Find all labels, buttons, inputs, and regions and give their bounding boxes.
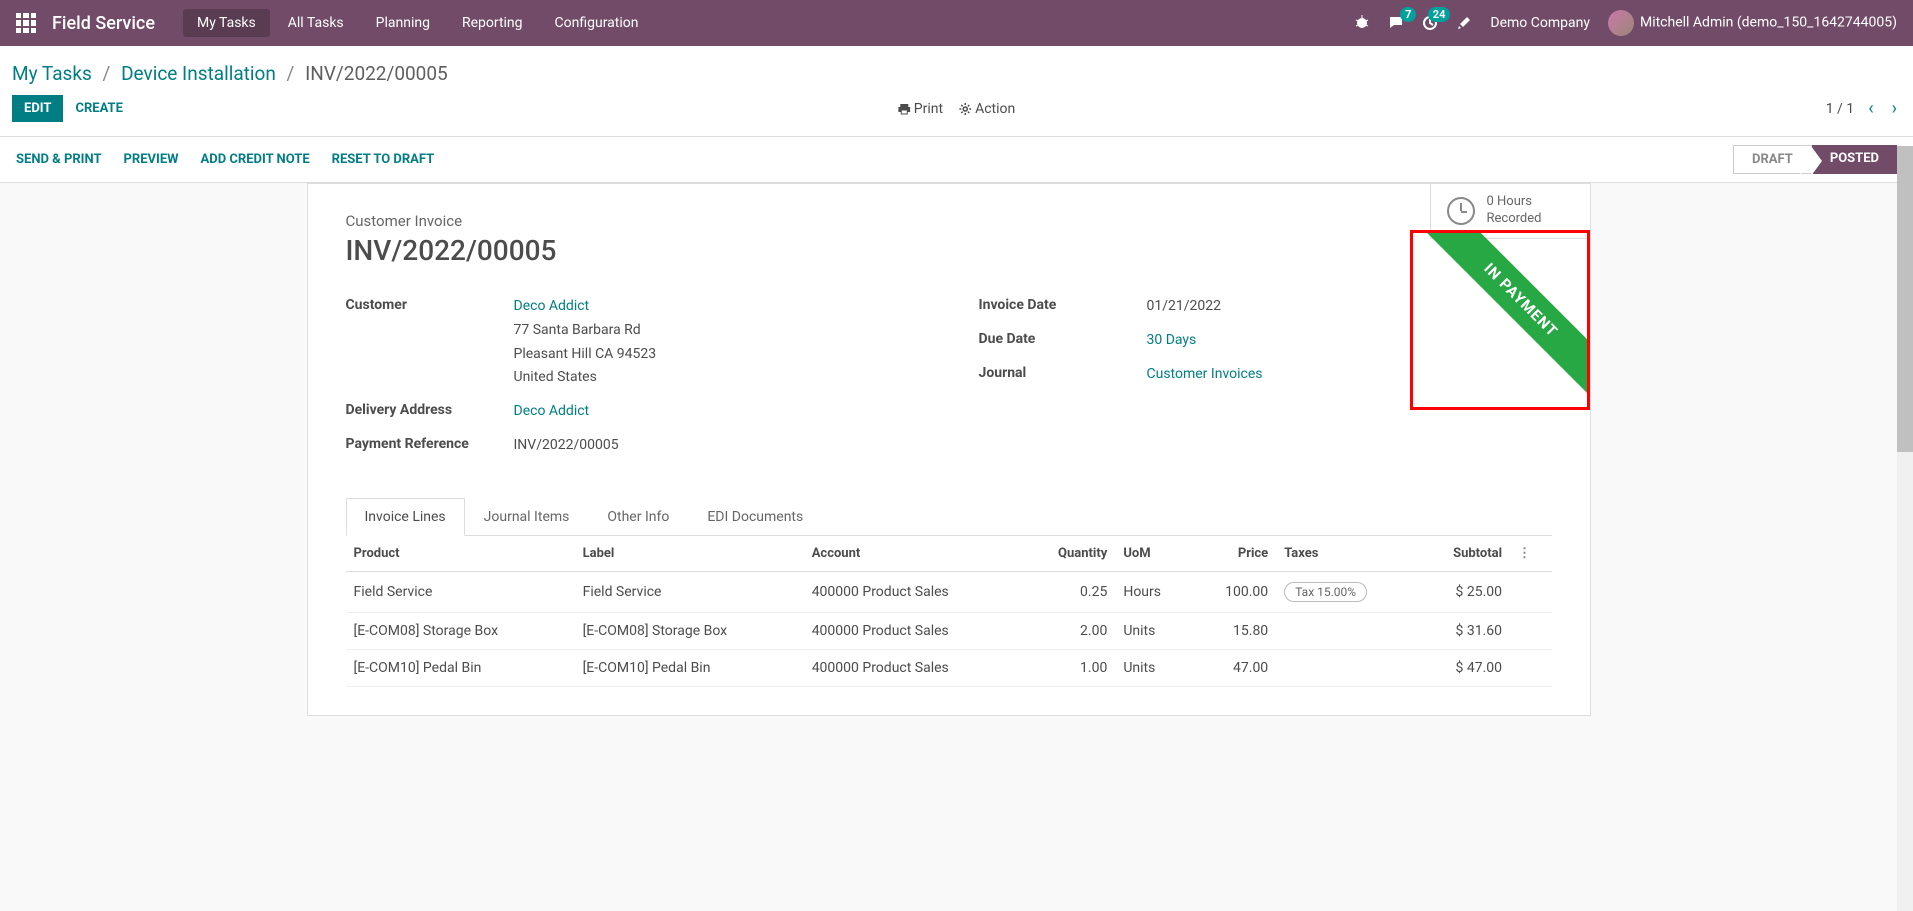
clock-icon: [1447, 197, 1475, 225]
breadcrumb-device-installation[interactable]: Device Installation: [121, 62, 276, 85]
user-name: Mitchell Admin (demo_150_1642744005): [1640, 15, 1897, 31]
addr-line1: 77 Santa Barbara Rd: [514, 322, 641, 338]
invoice-date-label: Invoice Date: [979, 295, 1147, 313]
due-date-link[interactable]: 30 Days: [1147, 332, 1197, 348]
nav-my-tasks[interactable]: My Tasks: [183, 9, 270, 37]
create-button[interactable]: CREATE: [63, 95, 134, 122]
col-subtotal: Subtotal: [1417, 536, 1510, 572]
delivery-link[interactable]: Deco Addict: [514, 403, 590, 419]
col-price: Price: [1192, 536, 1276, 572]
reset-draft-button[interactable]: RESET TO DRAFT: [332, 152, 435, 167]
nav-all-tasks[interactable]: All Tasks: [274, 9, 358, 37]
messages-icon[interactable]: 7: [1388, 15, 1404, 31]
table-row[interactable]: [E-COM10] Pedal Bin[E-COM10] Pedal Bin40…: [346, 649, 1552, 686]
nav-right: 7 24 Demo Company Mitchell Admin (demo_1…: [1354, 10, 1897, 36]
messages-badge: 7: [1400, 7, 1416, 22]
doc-title: INV/2022/00005: [346, 234, 1552, 267]
addr-line2: Pleasant Hill CA 94523: [514, 346, 657, 362]
edit-button[interactable]: EDIT: [12, 95, 63, 122]
pager: 1 / 1 ‹ ›: [1826, 98, 1901, 119]
apps-icon[interactable]: [16, 13, 36, 33]
action-button[interactable]: Action: [959, 101, 1015, 117]
col-uom: UoM: [1115, 536, 1192, 572]
activities-icon[interactable]: 24: [1422, 15, 1438, 31]
print-button[interactable]: Print: [898, 101, 943, 117]
nav-configuration[interactable]: Configuration: [541, 9, 653, 37]
col-options[interactable]: ⋮: [1510, 536, 1551, 572]
tab-edi-documents[interactable]: EDI Documents: [688, 498, 822, 536]
status-posted[interactable]: POSTED: [1812, 145, 1897, 174]
delivery-label: Delivery Address: [346, 400, 514, 418]
tab-journal-items[interactable]: Journal Items: [465, 498, 589, 536]
breadcrumb: My Tasks / Device Installation / INV/202…: [12, 62, 448, 85]
breadcrumb-current: INV/2022/00005: [305, 62, 448, 85]
tab-invoice-lines[interactable]: Invoice Lines: [346, 498, 465, 536]
doc-type: Customer Invoice: [346, 212, 1552, 230]
activities-badge: 24: [1428, 7, 1451, 22]
preview-button[interactable]: PREVIEW: [124, 152, 179, 167]
col-account: Account: [804, 536, 1022, 572]
tabs: Invoice Lines Journal Items Other Info E…: [346, 498, 1552, 536]
breadcrumb-row: My Tasks / Device Installation / INV/202…: [0, 46, 1913, 85]
gear-icon: [959, 103, 971, 115]
col-product: Product: [346, 536, 575, 572]
col-taxes: Taxes: [1276, 536, 1417, 572]
customer-label: Customer: [346, 295, 514, 313]
journal-link[interactable]: Customer Invoices: [1147, 366, 1263, 382]
col-label: Label: [575, 536, 804, 572]
table-row[interactable]: Field ServiceField Service400000 Product…: [346, 571, 1552, 612]
addr-line3: United States: [514, 369, 597, 385]
nav-reporting[interactable]: Reporting: [448, 9, 537, 37]
tax-pill: Tax 15.00%: [1284, 582, 1367, 602]
payref-label: Payment Reference: [346, 434, 514, 452]
scrollbar[interactable]: [1897, 146, 1913, 911]
breadcrumb-my-tasks[interactable]: My Tasks: [12, 62, 92, 85]
col-qty: Quantity: [1022, 536, 1115, 572]
bug-icon[interactable]: [1354, 15, 1370, 31]
tools-icon[interactable]: [1456, 15, 1472, 31]
tab-other-info[interactable]: Other Info: [588, 498, 688, 536]
status-bar: SEND & PRINT PREVIEW ADD CREDIT NOTE RES…: [0, 136, 1913, 183]
scrollbar-thumb[interactable]: [1897, 146, 1913, 452]
nav-links: My Tasks All Tasks Planning Reporting Co…: [183, 9, 653, 37]
due-date-label: Due Date: [979, 329, 1147, 347]
pager-next[interactable]: ›: [1888, 98, 1901, 119]
company-selector[interactable]: Demo Company: [1490, 15, 1590, 31]
avatar: [1608, 10, 1634, 36]
highlight-box: IN PAYMENT: [1410, 230, 1590, 410]
send-print-button[interactable]: SEND & PRINT: [16, 152, 102, 167]
form-sheet: 0 HoursRecorded IN PAYMENT Customer Invo…: [307, 183, 1591, 716]
pager-prev[interactable]: ‹: [1864, 98, 1877, 119]
nav-planning[interactable]: Planning: [362, 9, 444, 37]
stat-recorded: Recorded: [1487, 211, 1542, 228]
customer-link[interactable]: Deco Addict: [514, 298, 590, 314]
table-row[interactable]: [E-COM08] Storage Box[E-COM08] Storage B…: [346, 612, 1552, 649]
add-credit-note-button[interactable]: ADD CREDIT NOTE: [201, 152, 310, 167]
payment-ribbon: IN PAYMENT: [1415, 230, 1589, 405]
invoice-lines-table: Product Label Account Quantity UoM Price…: [346, 536, 1552, 687]
app-brand[interactable]: Field Service: [52, 13, 155, 34]
control-row: EDIT CREATE Print Action 1 / 1 ‹ ›: [0, 85, 1913, 136]
user-menu[interactable]: Mitchell Admin (demo_150_1642744005): [1608, 10, 1897, 36]
payref-value: INV/2022/00005: [514, 434, 919, 458]
stat-hours: 0 Hours: [1487, 194, 1542, 211]
print-icon: [898, 103, 910, 115]
top-nav: Field Service My Tasks All Tasks Plannin…: [0, 0, 1913, 46]
pager-text: 1 / 1: [1826, 101, 1854, 117]
journal-label: Journal: [979, 363, 1147, 381]
